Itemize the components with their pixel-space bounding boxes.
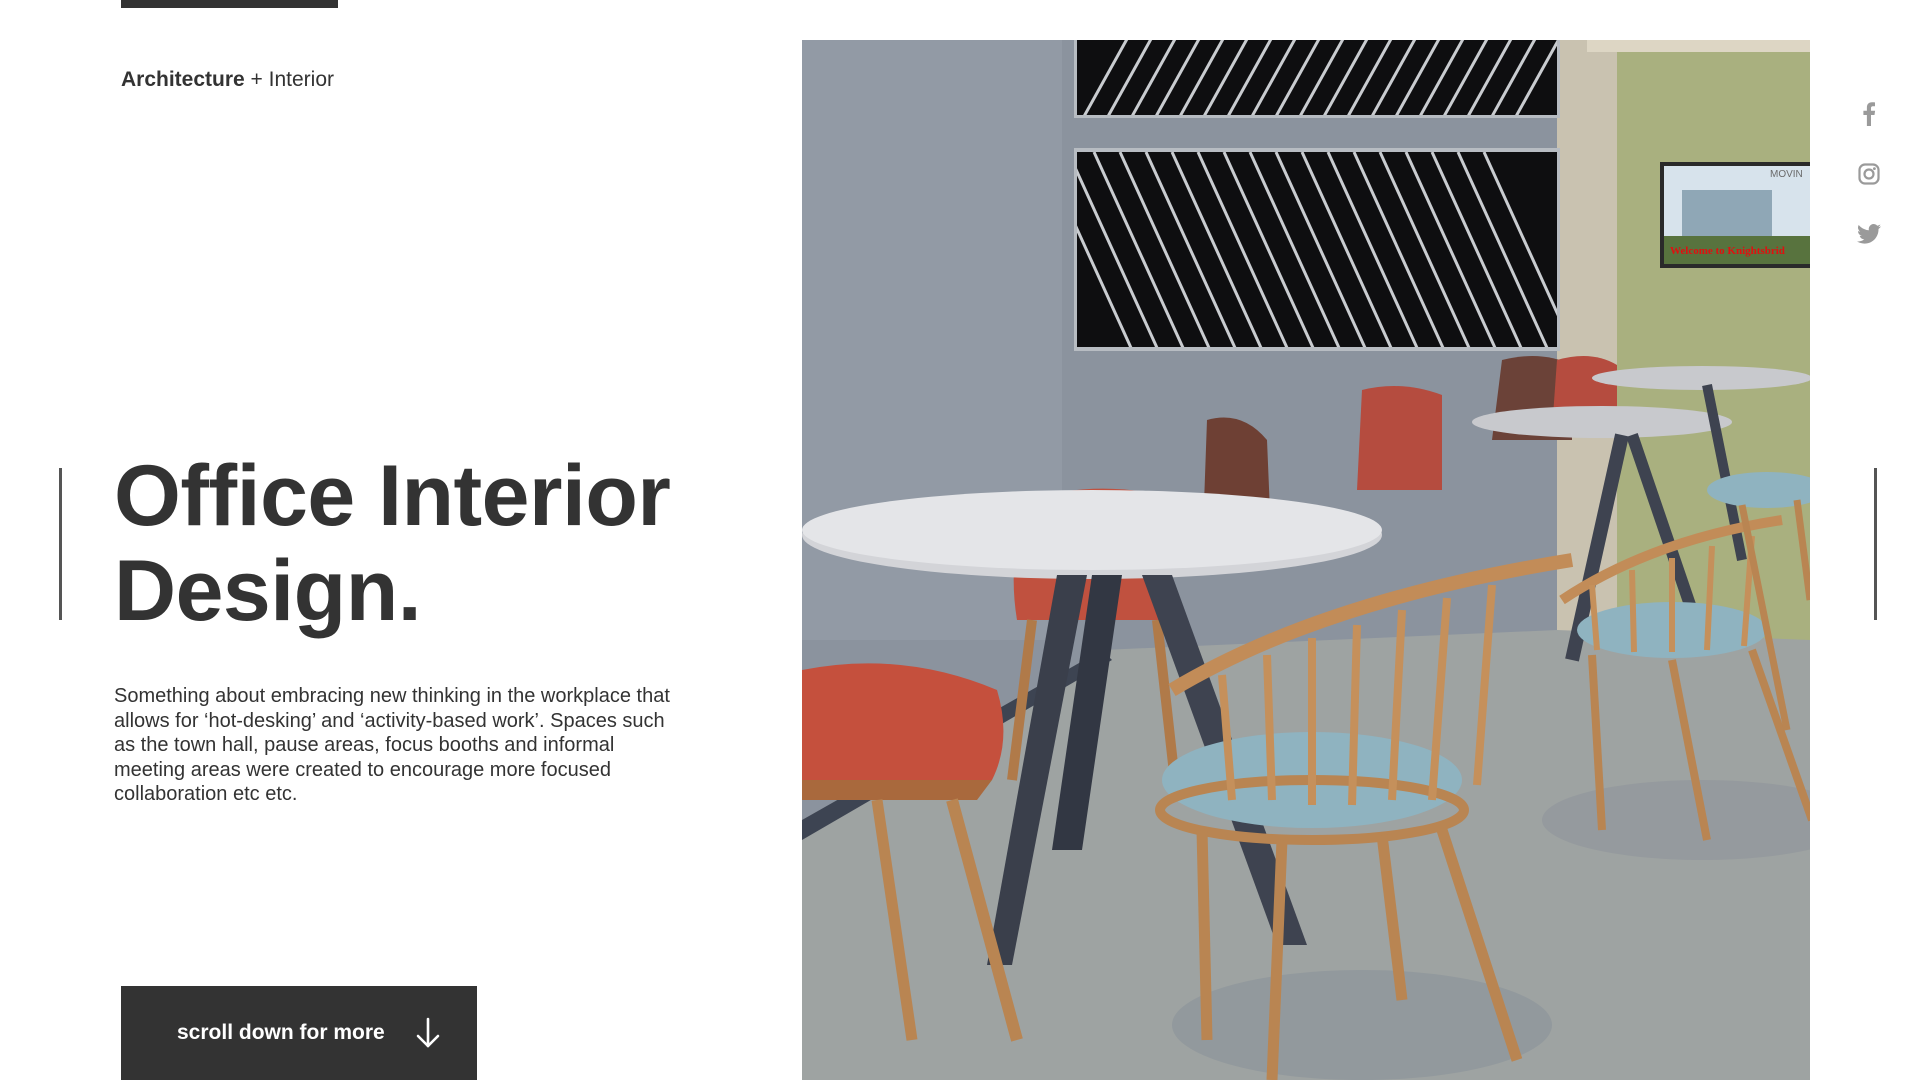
twitter-icon — [1857, 224, 1881, 244]
page-title: Office Interior Design. — [114, 449, 774, 639]
hero-photo: Welcome to Knightsbrid MOVIN — [802, 40, 1810, 1080]
instagram-icon — [1858, 163, 1880, 185]
tv-logo-text: MOVIN — [1770, 169, 1803, 180]
hero-description: Something about embracing new thinking i… — [114, 685, 670, 805]
instagram-link[interactable] — [1855, 160, 1883, 188]
scroll-down-button[interactable]: scroll down for more — [121, 986, 477, 1080]
tv-screen-text: Welcome to Knightsbrid — [1670, 245, 1785, 257]
facebook-link[interactable] — [1855, 100, 1883, 128]
arrow-down-icon — [416, 1017, 440, 1048]
brand-logo[interactable]: Architecture + Interior — [121, 67, 334, 93]
left-accent-line — [59, 468, 62, 620]
page-title-line-1: Office Interior — [114, 448, 671, 544]
facebook-icon — [1863, 102, 1876, 126]
page-title-line-2: Design. — [114, 543, 422, 639]
brand-rest: + Interior — [244, 68, 334, 91]
top-accent-bar — [121, 0, 338, 8]
brand-bold: Architecture — [121, 68, 245, 91]
twitter-link[interactable] — [1855, 220, 1883, 248]
scroll-down-label: scroll down for more — [177, 1021, 385, 1044]
right-accent-line — [1874, 468, 1877, 620]
